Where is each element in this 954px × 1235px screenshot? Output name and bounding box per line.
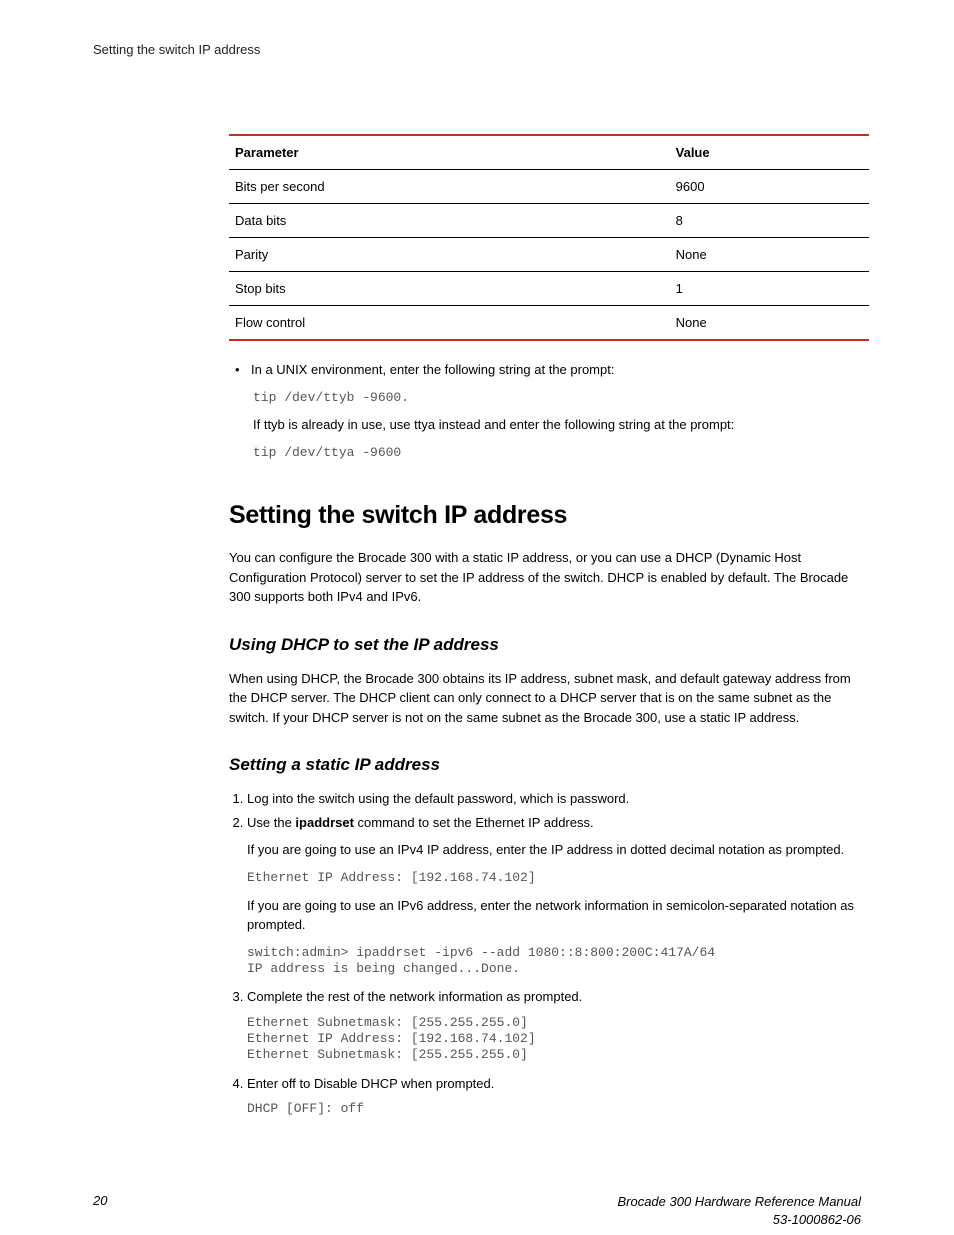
step-2-ipv4-note: If you are going to use an IPv4 IP addre… [247, 840, 869, 860]
step-2-ipv6-note: If you are going to use an IPv6 address,… [247, 896, 869, 935]
subsection-dhcp: Using DHCP to set the IP address [229, 635, 869, 655]
intro-paragraph: You can configure the Brocade 300 with a… [229, 548, 869, 607]
step-2-pre: Use the [247, 815, 295, 830]
step-1: Log into the switch using the default pa… [247, 789, 869, 809]
bullet-dot-icon: • [235, 361, 241, 380]
table-row: Stop bits 1 [229, 272, 869, 306]
table-header-row: Parameter Value [229, 135, 869, 170]
param-name: Data bits [229, 204, 670, 238]
code-ttya: tip /dev/ttya -9600 [253, 445, 869, 461]
table-row: Flow control None [229, 306, 869, 341]
steps-list: Log into the switch using the default pa… [229, 789, 869, 1117]
code-ipv4: Ethernet IP Address: [192.168.74.102] [247, 870, 869, 886]
step-2: Use the ipaddrset command to set the Eth… [247, 813, 869, 978]
param-name: Flow control [229, 306, 670, 341]
parameter-table: Parameter Value Bits per second 9600 Dat… [229, 134, 869, 341]
bullet-text: In a UNIX environment, enter the followi… [251, 361, 614, 380]
param-value: None [670, 238, 869, 272]
param-name: Bits per second [229, 170, 670, 204]
table-header-value: Value [670, 135, 869, 170]
bullet-item: • In a UNIX environment, enter the follo… [235, 361, 869, 380]
code-ipv6: switch:admin> ipaddrset -ipv6 --add 1080… [247, 945, 869, 978]
step-1-text: Log into the switch using the default pa… [247, 791, 629, 806]
subsection-static: Setting a static IP address [229, 755, 869, 775]
document-number: 53-1000862-06 [617, 1211, 861, 1229]
publication-info: Brocade 300 Hardware Reference Manual 53… [617, 1193, 861, 1228]
table-header-parameter: Parameter [229, 135, 670, 170]
ttyb-note: If ttyb is already in use, use ttya inst… [253, 416, 869, 435]
code-ttyb: tip /dev/ttyb -9600. [253, 390, 869, 406]
step-3-text: Complete the rest of the network informa… [247, 989, 582, 1004]
param-value: 9600 [670, 170, 869, 204]
param-name: Parity [229, 238, 670, 272]
dhcp-paragraph: When using DHCP, the Brocade 300 obtains… [229, 669, 869, 728]
page: Setting the switch IP address Parameter … [0, 0, 954, 1235]
running-header: Setting the switch IP address [93, 42, 260, 57]
table-row: Data bits 8 [229, 204, 869, 238]
param-value: None [670, 306, 869, 341]
param-name: Stop bits [229, 272, 670, 306]
section-heading: Setting the switch IP address [229, 501, 869, 530]
page-number: 20 [93, 1193, 107, 1208]
ipaddrset-command: ipaddrset [295, 815, 354, 830]
param-value: 8 [670, 204, 869, 238]
table-row: Parity None [229, 238, 869, 272]
code-step3: Ethernet Subnetmask: [255.255.255.0] Eth… [247, 1015, 869, 1064]
content-area: Parameter Value Bits per second 9600 Dat… [229, 134, 869, 1127]
unix-block: • In a UNIX environment, enter the follo… [229, 361, 869, 461]
manual-title: Brocade 300 Hardware Reference Manual [617, 1193, 861, 1211]
table-row: Bits per second 9600 [229, 170, 869, 204]
param-value: 1 [670, 272, 869, 306]
step-4: Enter off to Disable DHCP when prompted.… [247, 1074, 869, 1118]
step-3: Complete the rest of the network informa… [247, 987, 869, 1063]
step-4-text: Enter off to Disable DHCP when prompted. [247, 1076, 494, 1091]
step-2-post: command to set the Ethernet IP address. [354, 815, 594, 830]
code-step4: DHCP [OFF]: off [247, 1101, 869, 1117]
